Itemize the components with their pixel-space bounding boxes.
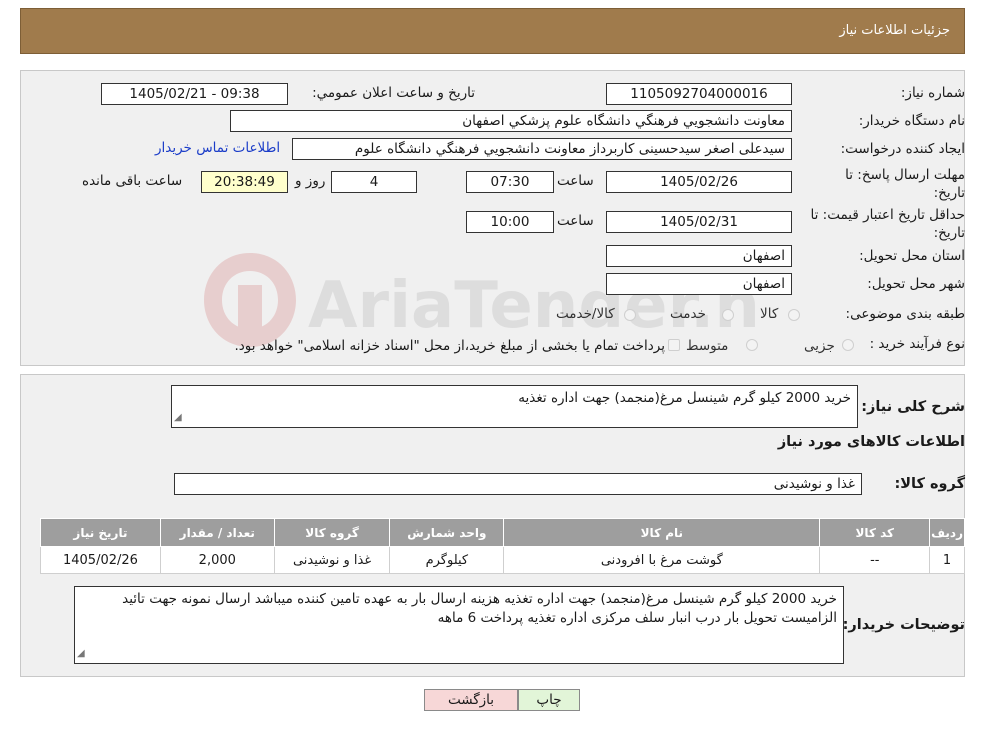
category-radio-goods-service[interactable] <box>624 309 636 321</box>
announce-label: تاريخ و ساعت اعلان عمومي: <box>312 85 475 101</box>
remaining-time-label: ساعت باقی مانده <box>82 173 183 189</box>
goods-group-field: غذا و نوشیدنی <box>174 473 862 495</box>
deadline-time-label: ساعت <box>557 173 594 189</box>
need-number-field: 1105092704000016 <box>606 83 792 105</box>
deadline-date-field: 1405/02/26 <box>606 171 792 193</box>
deadline-label-line1: مهلت ارسال پاسخ: تا <box>845 167 965 183</box>
category-goods-label: کالا <box>760 306 779 322</box>
announce-field: 1405/02/21 - 09:38 <box>101 83 288 105</box>
category-radio-goods[interactable] <box>788 309 800 321</box>
province-label: استان محل تحویل: <box>859 248 965 264</box>
process-radio-minor[interactable] <box>842 339 854 351</box>
days-label: روز و <box>295 173 326 189</box>
category-label: طبقه بندی موضوعی: <box>845 306 965 322</box>
buyer-notes-field: خرید 2000 کیلو گرم شینسل مرغ(منجمد) جهت … <box>74 586 844 664</box>
process-note-checkbox[interactable] <box>668 339 680 351</box>
cell-group: غذا و نوشیدنی <box>273 546 391 574</box>
validity-label: حداقل تاریخ اعتبار قیمت: تا تاریخ: <box>811 206 965 242</box>
goods-info-title: اطلاعات کالاهای مورد نیاز <box>777 434 965 450</box>
deadline-label: مهلت ارسال پاسخ: تا تاریخ: <box>845 166 965 202</box>
need-summary-field: خرید 2000 کیلو گرم شینسل مرغ(منجمد) جهت … <box>171 385 858 428</box>
col-code: کد کالا <box>819 518 931 547</box>
col-name: نام کالا <box>503 518 821 547</box>
city-label: شهر محل تحویل: <box>867 276 965 292</box>
page-title: جزئیات اطلاعات نیاز <box>839 23 950 38</box>
col-row: ردیف <box>929 518 965 547</box>
col-date: تاریخ نیاز <box>40 518 161 547</box>
validity-time-label: ساعت <box>557 213 594 229</box>
need-summary-text: خرید 2000 کیلو گرم شینسل مرغ(منجمد) جهت … <box>518 390 851 406</box>
col-unit: واحد شمارش <box>389 518 505 547</box>
col-group: گروه کالا <box>273 518 391 547</box>
days-remaining-field: 4 <box>331 171 417 193</box>
validity-date-field: 1405/02/31 <box>606 211 792 233</box>
items-table-header: ردیف کد کالا نام کالا واحد شمارش گروه کا… <box>40 518 965 547</box>
buyer-contact-link[interactable]: اطلاعات تماس خریدار <box>155 140 280 156</box>
buyer-org-label: نام دستگاه خریدار: <box>858 113 965 129</box>
process-minor-label: جزیی <box>804 338 835 354</box>
cell-row: 1 <box>929 546 965 574</box>
cell-quantity: 2,000 <box>159 546 275 574</box>
cell-unit: کیلوگرم <box>389 546 505 574</box>
city-field: اصفهان <box>606 273 792 295</box>
buyer-notes-text: خرید 2000 کیلو گرم شینسل مرغ(منجمد) جهت … <box>122 591 837 626</box>
print-button[interactable]: چاپ <box>518 689 580 711</box>
table-row: 1 -- گوشت مرغ با افرودنی کیلوگرم غذا و ن… <box>40 546 965 574</box>
back-button[interactable]: بازگشت <box>424 689 518 711</box>
process-label: نوع فرآیند خرید : <box>869 336 965 352</box>
category-goods-service-label: کالا/خدمت <box>556 306 615 322</box>
need-summary-label: شرح کلی نیاز: <box>861 399 965 415</box>
process-medium-label: متوسط <box>686 338 729 354</box>
goods-group-label: گروه کالا: <box>894 476 965 492</box>
deadline-time-field: 07:30 <box>466 171 554 193</box>
cell-code: -- <box>819 546 931 574</box>
buyer-notes-label: توضیحات خریدار: <box>842 617 965 633</box>
creator-label: ایجاد کننده درخواست: <box>840 141 965 157</box>
validity-time-field: 10:00 <box>466 211 554 233</box>
cell-name: گوشت مرغ با افرودنی <box>503 546 821 574</box>
validity-label-line1: حداقل تاریخ اعتبار قیمت: تا <box>810 207 965 223</box>
category-radio-service[interactable] <box>722 309 734 321</box>
cell-date: 1405/02/26 <box>40 546 161 574</box>
creator-field: سیدعلی اصغر سیدحسینی کاربرداز معاونت دان… <box>292 138 792 160</box>
process-note: پرداخت تمام یا بخشی از مبلغ خرید،از محل … <box>234 338 665 354</box>
remaining-time-field: 20:38:49 <box>201 171 288 193</box>
province-field: اصفهان <box>606 245 792 267</box>
page-header: جزئیات اطلاعات نیاز <box>20 8 965 54</box>
resize-handle-icon[interactable]: ◢ <box>77 644 85 663</box>
need-number-label: شماره نیاز: <box>900 85 965 101</box>
validity-label-line2: تاریخ: <box>933 225 965 241</box>
resize-handle-icon[interactable]: ◢ <box>174 408 182 427</box>
buyer-org-field: معاونت دانشجويي فرهنگي دانشگاه علوم پزشك… <box>230 110 792 132</box>
category-service-label: خدمت <box>670 306 706 322</box>
process-radio-medium[interactable] <box>746 339 758 351</box>
col-quantity: تعداد / مقدار <box>159 518 275 547</box>
deadline-label-line2: تاریخ: <box>933 185 965 201</box>
items-table: ردیف کد کالا نام کالا واحد شمارش گروه کا… <box>40 518 965 574</box>
